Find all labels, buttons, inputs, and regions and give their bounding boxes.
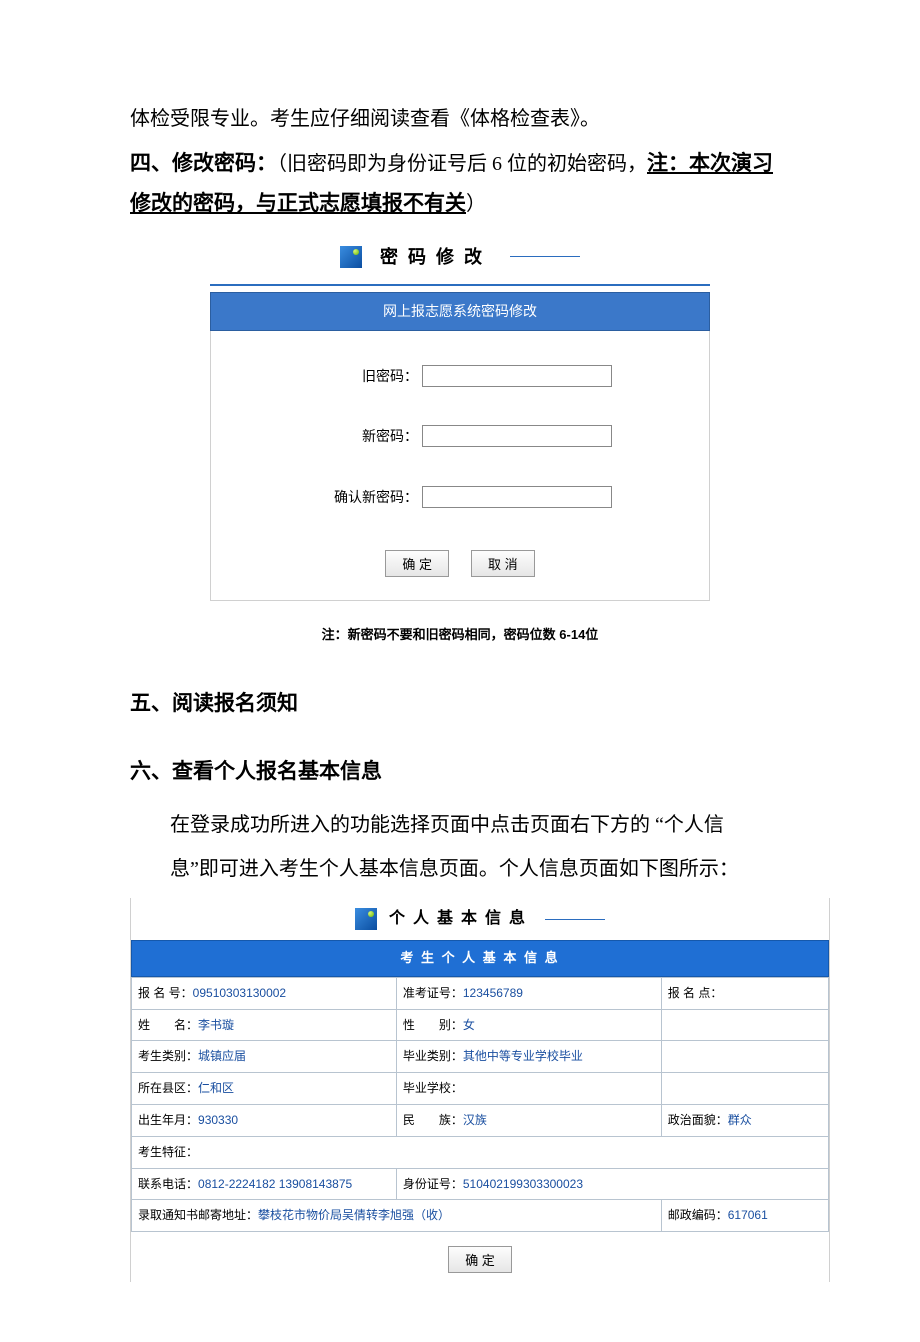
birth-value: 930330: [198, 1113, 238, 1127]
cancel-button[interactable]: 取 消: [471, 550, 535, 577]
new-password-input[interactable]: [422, 425, 612, 447]
password-header: 密码修改: [210, 234, 710, 286]
old-password-input[interactable]: [422, 365, 612, 387]
county-label: 所在县区：: [138, 1081, 198, 1095]
zip-label: 邮政编码：: [668, 1208, 728, 1222]
new-password-row: 新密码：: [231, 423, 689, 450]
panel-logo-icon: [355, 908, 377, 930]
id-label: 身份证号：: [403, 1177, 463, 1191]
sex-label: 性 别：: [403, 1018, 463, 1032]
confirm-password-row: 确认新密码：: [231, 484, 689, 511]
addr-value: 攀枝花市物价局吴倩转李旭强（收）: [258, 1208, 450, 1222]
new-password-label: 新密码：: [308, 423, 418, 450]
id-value: 510402199303300023: [463, 1177, 583, 1191]
nation-value: 汉族: [463, 1113, 487, 1127]
table-row: 姓 名：李书璇 性 别：女: [132, 1009, 829, 1041]
password-form: 旧密码： 新密码： 确认新密码： 确 定 取 消: [210, 331, 710, 602]
phone-label: 联系电话：: [138, 1177, 198, 1191]
old-password-row: 旧密码：: [231, 363, 689, 390]
info-header-title: 个人基本信息: [389, 904, 533, 934]
info-confirm-button[interactable]: 确 定: [448, 1246, 512, 1273]
section-4-note-word: 注：: [647, 151, 689, 175]
grad-label: 毕业类别：: [403, 1049, 463, 1063]
info-bar: 考 生 个 人 基 本 信 息: [131, 940, 829, 977]
table-row: 联系电话：0812-2224182 13908143875 身份证号：51040…: [132, 1168, 829, 1200]
cat-value: 城镇应届: [198, 1049, 246, 1063]
phone-value: 0812-2224182 13908143875: [198, 1177, 352, 1191]
pol-value: 群众: [728, 1113, 752, 1127]
password-header-title: 密码修改: [380, 240, 492, 274]
addr-label: 录取通知书邮寄地址：: [138, 1208, 258, 1222]
table-row: 考生类别：城镇应届 毕业类别：其他中等专业学校毕业: [132, 1041, 829, 1073]
grad-value: 其他中等专业学校毕业: [463, 1049, 583, 1063]
section-6-p1: 在登录成功所进入的功能选择页面中点击页面右下方的 “个人信: [130, 806, 790, 844]
section-6-title: 六、查看个人报名基本信息: [130, 752, 790, 792]
header-underline-icon: [545, 919, 605, 920]
table-row: 出生年月：930330 民 族：汉族 政治面貌：群众: [132, 1105, 829, 1137]
confirm-button[interactable]: 确 定: [385, 550, 449, 577]
section-6-p2: 息”即可进入考生个人基本信息页面。个人信息页面如下图所示：: [130, 850, 790, 888]
site-label: 报 名 点：: [668, 986, 723, 1000]
county-value: 仁和区: [198, 1081, 234, 1095]
section-4-suffix: ）: [466, 193, 486, 215]
table-row: 报 名 号：09510303130002 准考证号：123456789 报 名 …: [132, 977, 829, 1009]
password-note: 注：新密码不要和旧密码相同，密码位数 6-14位: [210, 623, 710, 648]
table-row: 考生特征：: [132, 1136, 829, 1168]
table-row: 录取通知书邮寄地址：攀枝花市物价局吴倩转李旭强（收） 邮政编码：617061: [132, 1200, 829, 1232]
old-password-label: 旧密码：: [308, 363, 418, 390]
regno-value: 09510303130002: [193, 986, 286, 1000]
section-4-desc: （旧密码即为身份证号后 6 位的初始密码，: [277, 153, 647, 175]
name-label: 姓 名：: [138, 1018, 198, 1032]
examno-label: 准考证号：: [403, 986, 463, 1000]
intro-line: 体检受限专业。考生应仔细阅读查看《体格检查表》。: [130, 100, 790, 138]
nation-label: 民 族：: [403, 1113, 463, 1127]
info-button-row: 确 定: [131, 1232, 829, 1282]
password-change-panel: 密码修改 网上报志愿系统密码修改 旧密码： 新密码： 确认新密码： 确 定 取 …: [210, 234, 710, 648]
table-row: 所在县区：仁和区 毕业学校：: [132, 1073, 829, 1105]
name-value: 李书璇: [198, 1018, 234, 1032]
section-4-prefix: 四、修改密码：: [130, 151, 277, 175]
zip-value: 617061: [728, 1208, 768, 1222]
section-5-title: 五、阅读报名须知: [130, 684, 790, 724]
confirm-password-input[interactable]: [422, 486, 612, 508]
examno-value: 123456789: [463, 986, 523, 1000]
school-label: 毕业学校：: [403, 1081, 463, 1095]
feature-label: 考生特征：: [138, 1145, 198, 1159]
cat-label: 考生类别：: [138, 1049, 198, 1063]
section-4: 四、修改密码：（旧密码即为身份证号后 6 位的初始密码，注：本次演习修改的密码，…: [130, 144, 790, 224]
pol-label: 政治面貌：: [668, 1113, 728, 1127]
personal-info-panel: 个人基本信息 考 生 个 人 基 本 信 息 报 名 号：09510303130…: [130, 898, 830, 1282]
regno-label: 报 名 号：: [138, 986, 193, 1000]
header-underline-icon: [510, 256, 580, 257]
info-header: 个人基本信息: [131, 898, 829, 940]
confirm-password-label: 确认新密码：: [308, 484, 418, 511]
panel-logo-icon: [340, 246, 362, 268]
birth-label: 出生年月：: [138, 1113, 198, 1127]
info-table: 报 名 号：09510303130002 准考证号：123456789 报 名 …: [131, 977, 829, 1232]
sex-value: 女: [463, 1018, 475, 1032]
password-bar: 网上报志愿系统密码修改: [210, 292, 710, 331]
password-button-row: 确 定 取 消: [231, 544, 689, 582]
